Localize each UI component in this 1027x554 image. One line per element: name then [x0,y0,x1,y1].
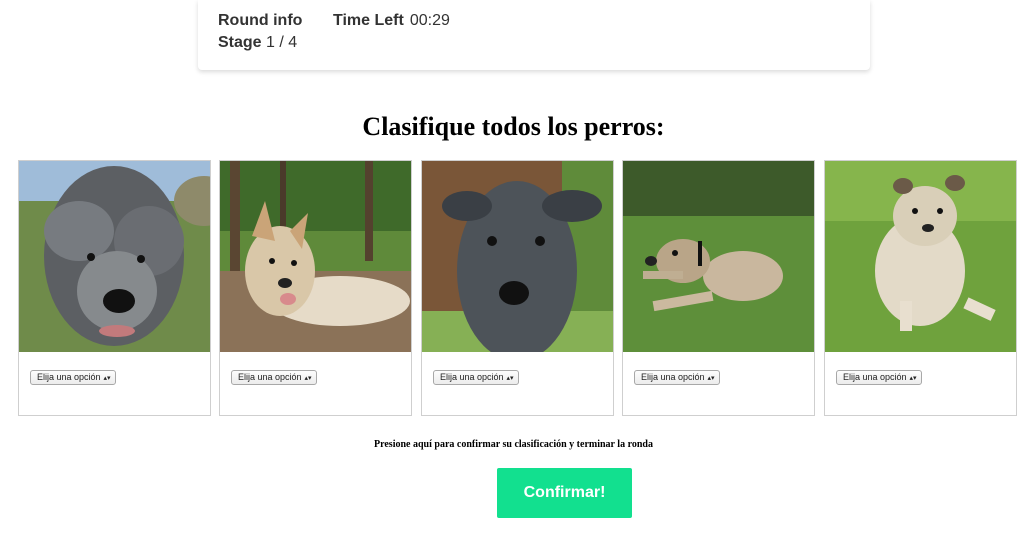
dog-card-1: Elija una opción ▴▾ [18,160,211,416]
time-left-label: Time Left [333,12,404,29]
select-arrows-icon: ▴▾ [909,375,917,382]
stage-label: Stage [218,34,262,51]
dog-card-2: Elija una opción ▴▾ [219,160,412,416]
time-left-value: 00:29 [409,12,450,29]
breed-select-5[interactable]: Elija una opción ▴▾ [836,370,922,385]
breed-select-4[interactable]: Elija una opción ▴▾ [634,370,720,385]
breed-select-2[interactable]: Elija una opción ▴▾ [231,370,317,385]
dog-card-5: Elija una opción ▴▾ [824,160,1017,416]
confirm-button[interactable]: Confirmar! [497,468,632,518]
breed-select-3[interactable]: Elija una opción ▴▾ [433,370,519,385]
round-info-card: Round info Stage 1 / 4 Time Left 00:29 [198,0,870,70]
stage-value: 1 / 4 [266,34,298,51]
dog-photo-2 [220,161,411,352]
select-arrows-icon: ▴▾ [103,375,111,382]
dog-photo-5 [825,161,1016,352]
round-info-title: Round info [218,12,303,29]
stage-info: Stage 1 / 4 [218,34,297,52]
select-arrows-icon: ▴▾ [707,375,715,382]
dog-photo-1 [19,161,210,352]
breed-select-1[interactable]: Elija una opción ▴▾ [30,370,116,385]
dog-card-3: Elija una opción ▴▾ [421,160,614,416]
dog-photo-3 [422,161,613,352]
time-left-info: Time Left 00:29 [333,12,450,30]
dog-card-4: Elija una opción ▴▾ [622,160,815,416]
page-heading: Clasifique todos los perros: [362,112,665,141]
dog-photo-4 [623,161,814,352]
select-arrows-icon: ▴▾ [304,375,312,382]
confirm-instructions: Presione aquí para confirmar su clasific… [374,439,653,450]
select-arrows-icon: ▴▾ [506,375,514,382]
